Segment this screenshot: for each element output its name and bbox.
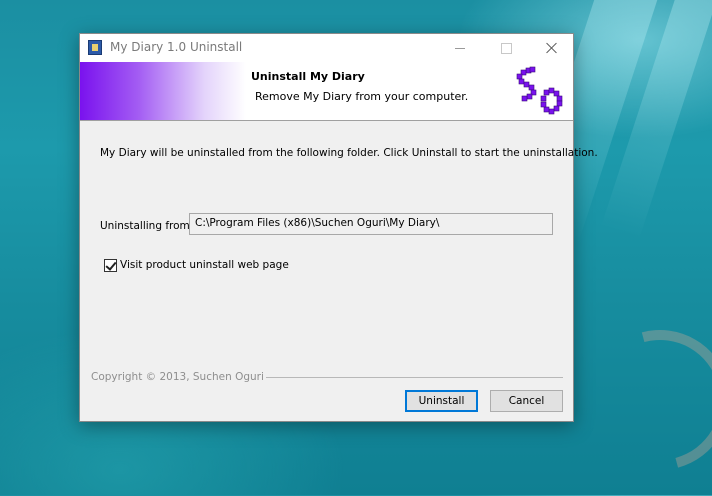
close-button[interactable] <box>529 34 575 62</box>
maximize-button[interactable] <box>483 34 529 62</box>
minimize-icon <box>455 47 465 49</box>
title-bar[interactable]: My Diary 1.0 Uninstall <box>80 34 573 62</box>
wizard-header: Uninstall My Diary Remove My Diary from … <box>80 62 573 121</box>
maximize-icon <box>500 42 512 54</box>
header-title: Uninstall My Diary <box>251 70 365 83</box>
cancel-button[interactable]: Cancel <box>490 390 563 412</box>
uninstall-description: My Diary will be uninstalled from the fo… <box>100 147 598 159</box>
uninstalling-from-label: Uninstalling from: <box>100 220 194 232</box>
visit-webpage-checkbox[interactable] <box>104 259 117 272</box>
close-icon <box>546 42 558 54</box>
minimize-button[interactable] <box>437 34 483 62</box>
uninstall-button[interactable]: Uninstall <box>405 390 478 412</box>
header-gradient-banner <box>80 62 246 120</box>
visit-webpage-label[interactable]: Visit product uninstall web page <box>120 259 289 271</box>
header-subtitle: Remove My Diary from your computer. <box>255 90 469 103</box>
copyright-text: Copyright © 2013, Suchen Oguri <box>91 371 266 383</box>
window-title: My Diary 1.0 Uninstall <box>110 40 243 54</box>
so-logo-icon <box>516 66 563 115</box>
uninstall-path-field[interactable]: C:\Program Files (x86)\Suchen Oguri\My D… <box>189 213 553 235</box>
app-icon <box>88 40 102 55</box>
background-swirl <box>564 304 712 496</box>
uninstaller-window: My Diary 1.0 Uninstall Uninstall My Diar… <box>79 33 598 422</box>
